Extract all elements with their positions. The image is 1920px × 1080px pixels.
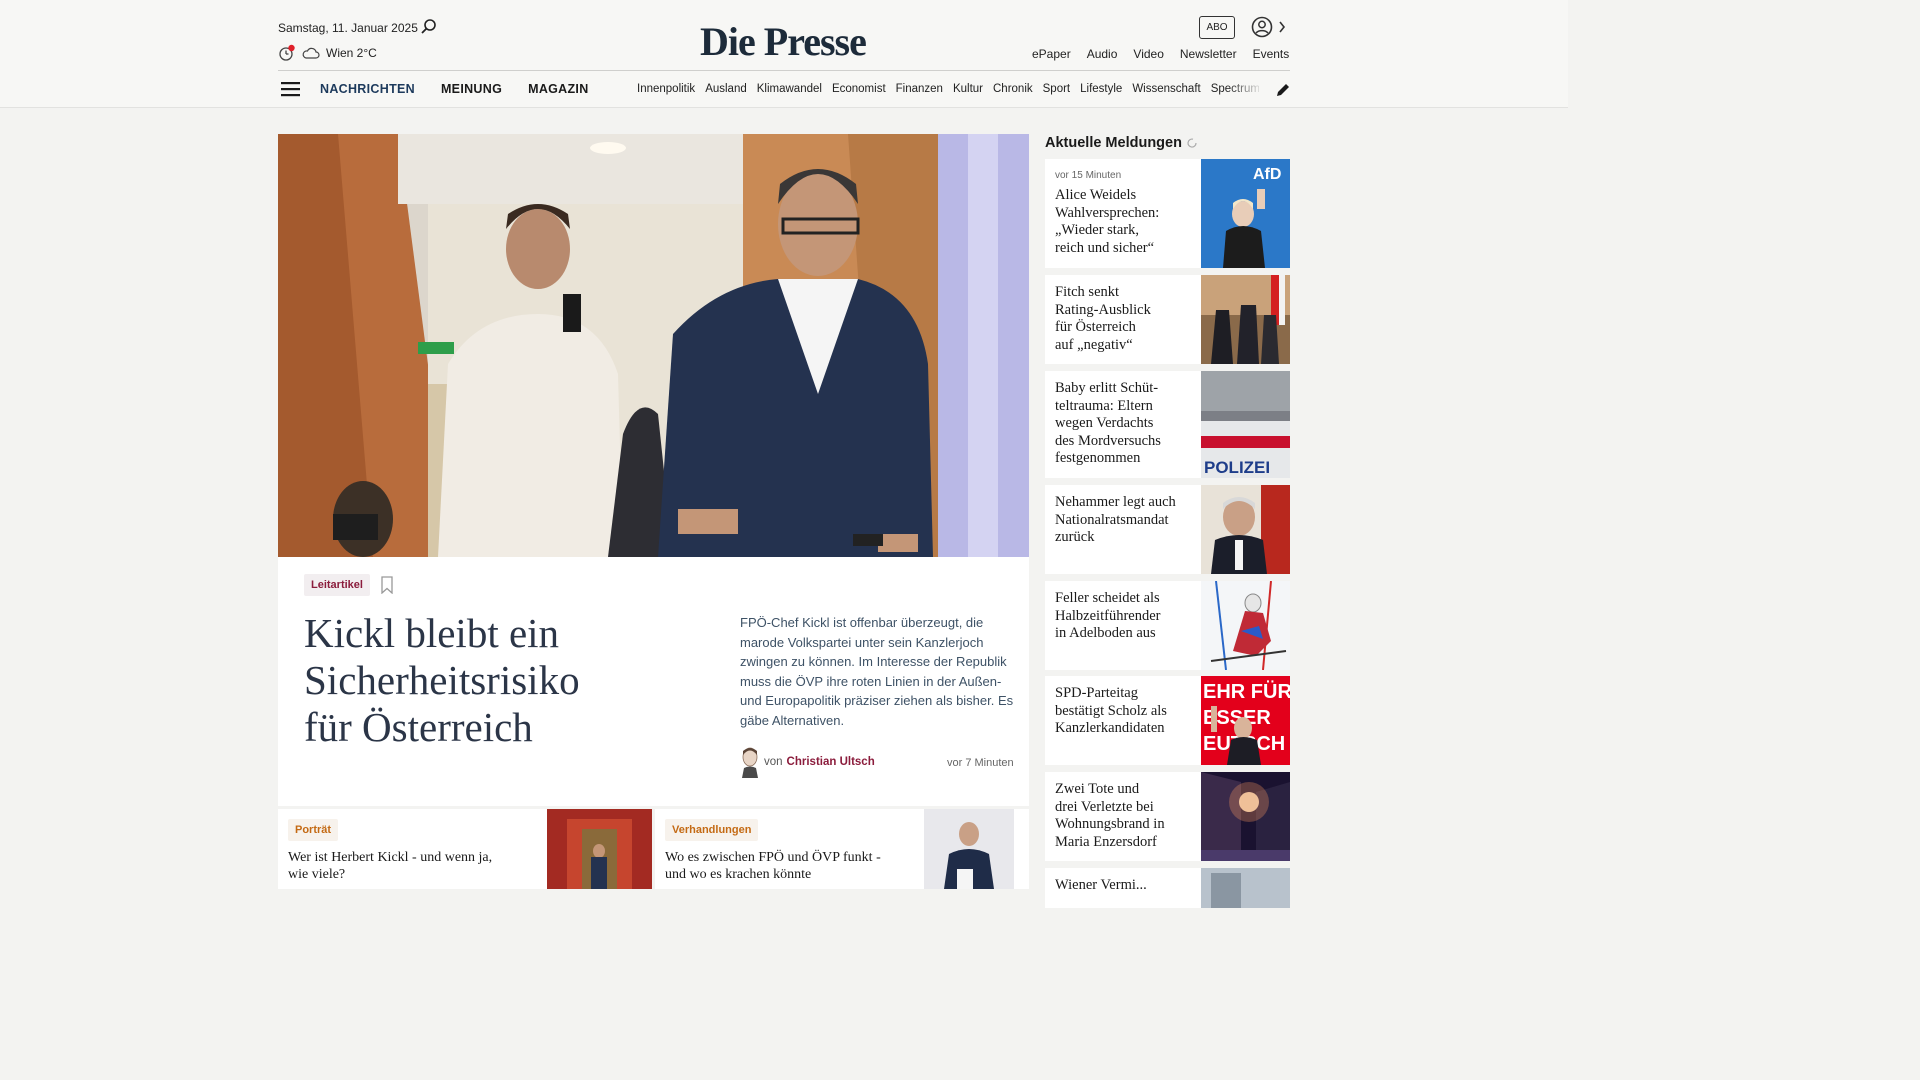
link-audio[interactable]: Audio [1087, 47, 1118, 61]
svg-text:AfD: AfD [1253, 166, 1281, 183]
section-finanzen[interactable]: Finanzen [896, 83, 943, 95]
abo-button[interactable]: ABO [1199, 16, 1235, 39]
refresh-icon[interactable] [1186, 137, 1198, 149]
news-item-title: Alice Weidels Wahlversprechen: „Wieder s… [1055, 187, 1160, 256]
news-item-photo[interactable] [1201, 485, 1290, 574]
link-video[interactable]: Video [1133, 47, 1163, 61]
news-item[interactable]: vor 15 Minuten Alice Weidels Wahlverspre… [1045, 159, 1290, 268]
teaser-photo[interactable] [924, 809, 1014, 889]
news-item-title: Baby erlitt Schüt- teltrauma: Eltern weg… [1055, 380, 1161, 466]
author-avatar [742, 747, 758, 778]
svg-text:EHR FÜR: EHR FÜR [1203, 680, 1290, 703]
site-logo[interactable]: Die Presse [700, 18, 867, 65]
news-item-photo[interactable] [1201, 275, 1290, 364]
lead-article-photo[interactable] [278, 134, 1029, 557]
news-item-title: Nehammer legt auch Nationalratsmandat zu… [1055, 494, 1176, 545]
link-newsletter[interactable]: Newsletter [1180, 47, 1237, 61]
sidebar-title: Aktuelle Meldungen [1045, 135, 1198, 151]
news-item[interactable]: Fitch senkt Rating-Ausblick für Österrei… [1045, 275, 1290, 364]
section-economist[interactable]: Economist [832, 83, 886, 95]
author-prefix: von [764, 756, 783, 768]
lead-headline[interactable]: Kickl bleibt ein Sicherheitsrisiko für Ö… [304, 610, 664, 751]
lead-category-tag[interactable]: Leitartikel [304, 574, 370, 596]
site-header: Samstag, 11. Januar 2025 Wien 2°C Die Pr… [0, 0, 1568, 108]
teaser-tag[interactable]: Verhandlungen [665, 819, 759, 841]
teaser-tag[interactable]: Porträt [288, 819, 339, 841]
svg-text:POLIZEI: POLIZEI [1204, 458, 1270, 477]
news-item[interactable]: Feller scheidet als Halbzeitführender in… [1045, 581, 1290, 670]
news-item-title: Feller scheidet als Halbzeitführender in… [1055, 590, 1161, 641]
section-innenpolitik[interactable]: Innenpolitik [637, 83, 695, 95]
news-item-photo[interactable] [1201, 868, 1290, 908]
author-name[interactable]: Christian Ultsch [787, 756, 875, 768]
lead-timestamp: vor 7 Minuten [947, 757, 1014, 769]
author-byline: von Christian Ultsch [740, 746, 875, 778]
teaser-card-verhandlungen[interactable]: Verhandlungen Wo es zwischen FPÖ und ÖVP… [655, 809, 1029, 889]
news-item[interactable]: Zwei Tote und drei Verletzte bei Wohnung… [1045, 772, 1290, 861]
section-nav: Innenpolitik Ausland Klimawandel Economi… [637, 83, 1259, 95]
nav-meinung[interactable]: MEINUNG [441, 82, 502, 96]
top-links: ePaper Audio Video Newsletter Events [1032, 47, 1289, 61]
news-item-title: Fitch senkt Rating-Ausblick für Österrei… [1055, 284, 1151, 353]
teaser-title: Wer ist Herbert Kickl - und wenn ja, wie… [288, 850, 493, 882]
news-item[interactable]: SPD-Parteitag bestätigt Scholz als Kanzl… [1045, 676, 1290, 765]
section-lifestyle[interactable]: Lifestyle [1080, 83, 1122, 95]
teaser-photo[interactable] [547, 809, 652, 889]
news-item-time: vor 15 Minuten [1055, 170, 1122, 181]
news-item-photo[interactable]: AfD [1201, 159, 1290, 268]
news-item[interactable]: Nehammer legt auch Nationalratsmandat zu… [1045, 485, 1290, 574]
nav-divider [278, 70, 1290, 71]
bookmark-icon[interactable] [380, 576, 394, 594]
teaser-card-portraet[interactable]: Porträt Wer ist Herbert Kickl - und wenn… [278, 809, 652, 889]
teaser-title: Wo es zwischen FPÖ und ÖVP funkt - und w… [665, 850, 881, 882]
search-icon[interactable] [420, 18, 438, 36]
cloud-icon [302, 47, 320, 59]
section-klimawandel[interactable]: Klimawandel [757, 83, 822, 95]
news-item-photo[interactable] [1201, 772, 1290, 861]
link-epaper[interactable]: ePaper [1032, 47, 1071, 61]
lead-article[interactable]: Leitartikel Kickl bleibt ein Sicherheits… [278, 134, 1029, 806]
section-sport[interactable]: Sport [1043, 83, 1071, 95]
pencil-icon[interactable] [1275, 82, 1291, 98]
news-item-photo[interactable]: EHR FÜR ESSER EUTSCH [1201, 676, 1290, 765]
section-kultur[interactable]: Kultur [953, 83, 983, 95]
section-chronik[interactable]: Chronik [993, 83, 1033, 95]
weather-text: Wien 2°C [326, 46, 377, 60]
lead-summary: FPÖ-Chef Kickl ist offenbar überzeugt, d… [740, 615, 1014, 728]
section-nav-fade [1228, 78, 1264, 102]
weather-widget[interactable]: Wien 2°C [278, 44, 377, 62]
news-item-title: Zwei Tote und drei Verletzte bei Wohnung… [1055, 781, 1165, 850]
news-item[interactable]: Baby erlitt Schüt- teltrauma: Eltern weg… [1045, 371, 1290, 478]
section-ausland[interactable]: Ausland [705, 83, 747, 95]
nav-nachrichten[interactable]: NACHRICHTEN [320, 82, 415, 96]
user-account-icon[interactable] [1251, 15, 1287, 39]
link-events[interactable]: Events [1253, 47, 1290, 61]
section-wissenschaft[interactable]: Wissenschaft [1132, 83, 1200, 95]
current-date: Samstag, 11. Januar 2025 [278, 21, 418, 35]
main-nav: NACHRICHTEN MEINUNG MAGAZIN [320, 82, 589, 96]
news-item-photo[interactable]: POLIZEI [1201, 371, 1290, 478]
hamburger-menu-icon[interactable] [281, 81, 300, 97]
news-item-photo[interactable] [1201, 581, 1290, 670]
news-item-title: Wiener Vermi... [1055, 877, 1147, 893]
notification-clock-icon[interactable] [278, 44, 296, 62]
news-item[interactable]: Wiener Vermi... [1045, 868, 1290, 908]
news-item-title: SPD-Parteitag bestätigt Scholz als Kanzl… [1055, 685, 1167, 736]
nav-magazin[interactable]: MAGAZIN [528, 82, 588, 96]
